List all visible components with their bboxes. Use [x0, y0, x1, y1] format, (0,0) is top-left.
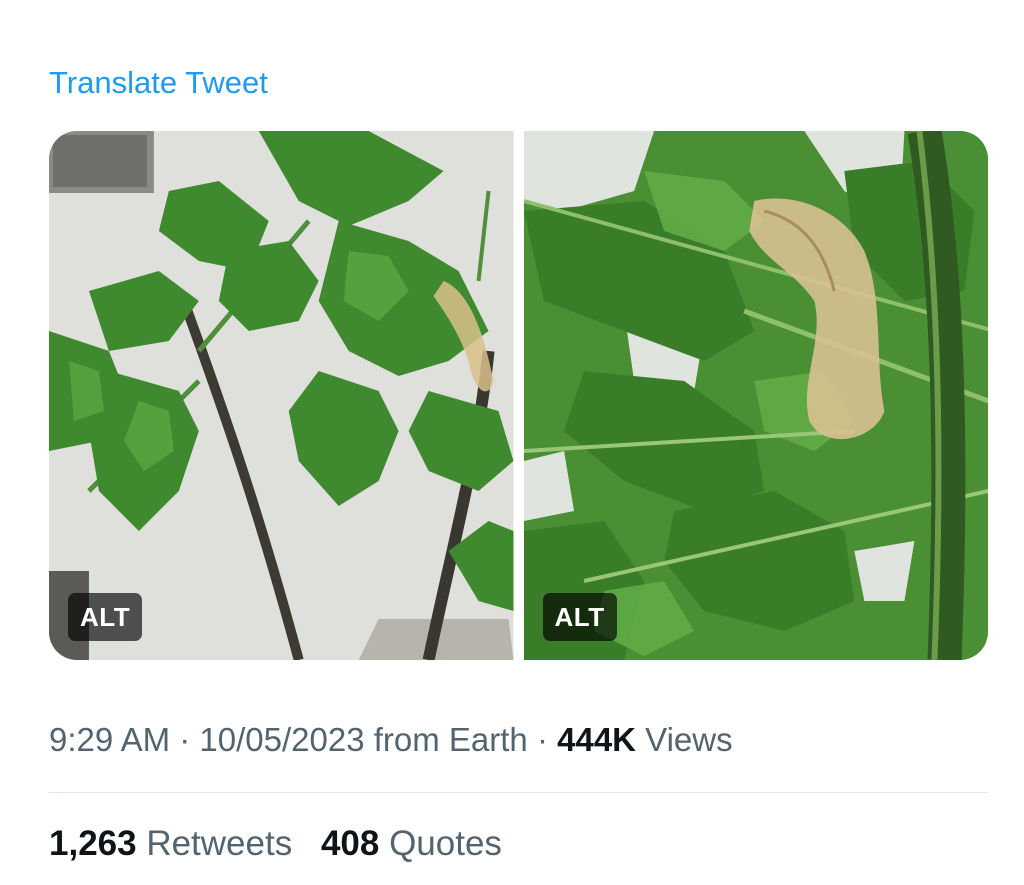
views-label: Views — [636, 721, 733, 758]
tweet-media-grid: ALT ALT — [49, 131, 988, 660]
tweet-time[interactable]: 9:29 AM — [49, 721, 170, 758]
divider — [49, 792, 988, 793]
meta-separator: · — [170, 721, 200, 758]
translate-tweet-link[interactable]: Translate Tweet — [49, 64, 268, 102]
quotes-stat-link[interactable]: 408 Quotes — [321, 824, 502, 863]
tweet-stats: 1,263 Retweets 408 Quotes — [49, 822, 521, 866]
quotes-count: 408 — [320, 824, 380, 863]
papaya-plant-photo-illustration — [49, 131, 514, 660]
tweet-photo-papaya-closeup[interactable]: ALT — [523, 131, 988, 660]
alt-text-badge[interactable]: ALT — [68, 593, 143, 641]
views-count: 444K — [557, 721, 637, 758]
tweet-photo-papaya-plant[interactable]: ALT — [49, 131, 514, 660]
retweets-count: 1,263 — [49, 824, 137, 863]
tweet-metadata: 9:29 AM · 10/05/2023 from Earth · 444K V… — [49, 718, 733, 762]
alt-text-badge[interactable]: ALT — [542, 593, 617, 641]
meta-separator: · — [527, 721, 558, 758]
tweet-source: from Earth — [364, 721, 528, 758]
papaya-closeup-photo-illustration — [523, 131, 988, 660]
retweets-stat-link[interactable]: 1,263 Retweets — [49, 824, 292, 863]
quotes-label: Quotes — [379, 824, 502, 863]
tweet-date[interactable]: 10/05/2023 — [199, 721, 364, 758]
retweets-label: Retweets — [136, 824, 293, 863]
